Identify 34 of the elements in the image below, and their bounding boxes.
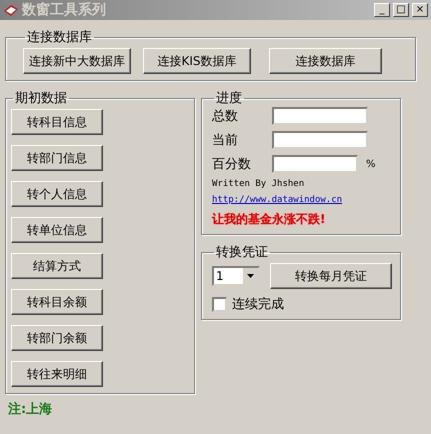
field-label: 百分数	[212, 156, 252, 173]
transfer-button[interactable]: 转往来明细	[11, 361, 103, 387]
checkbox[interactable]	[212, 296, 227, 312]
transfer-button[interactable]: 结算方式	[11, 253, 103, 279]
window-title: 数窗工具系列	[22, 1, 107, 19]
transfer-button[interactable]: 转个人信息	[11, 181, 103, 207]
input-field[interactable]	[272, 131, 368, 149]
connect-button[interactable]: 连接数据库	[269, 48, 382, 74]
convert-button[interactable]: 转换每月凭证	[270, 263, 392, 289]
connect-button[interactable]: 连接KIS数据库	[143, 48, 251, 74]
website-link[interactable]: http://www.datawindow.cn	[212, 195, 392, 205]
window-control-button[interactable]: ×	[412, 3, 428, 17]
slogan-text: 让我的基金永涨不跌!	[212, 211, 326, 228]
transfer-button[interactable]: 转单位信息	[11, 217, 103, 243]
group-title: 连接数据库	[26, 29, 93, 46]
footer-note: 注:上海	[8, 400, 54, 418]
credit-text: Written By Jhshen	[212, 179, 306, 189]
field-label: 当前	[212, 132, 239, 149]
window-control-button[interactable]: □	[393, 3, 409, 17]
group-title: 期初数据	[14, 90, 68, 107]
connect-button[interactable]: 连接新中大数据库	[23, 48, 131, 74]
transfer-button[interactable]: 转部门信息	[11, 145, 103, 171]
transfer-button[interactable]: 转部门余额	[11, 325, 103, 351]
field-suffix: %	[366, 158, 376, 170]
input-field[interactable]	[272, 155, 358, 173]
field-label: 总数	[212, 108, 239, 125]
window-control-button[interactable]: _	[374, 3, 390, 17]
group-title: 进度	[215, 90, 243, 107]
transfer-button[interactable]: 转科目余额	[11, 289, 103, 315]
input-field[interactable]	[272, 107, 368, 125]
group-title: 转换凭证	[215, 244, 269, 261]
transfer-button[interactable]: 转科目信息	[11, 109, 103, 135]
month-dropdown[interactable]: 1	[212, 266, 260, 286]
checkbox-label: 连续完成	[232, 296, 284, 313]
